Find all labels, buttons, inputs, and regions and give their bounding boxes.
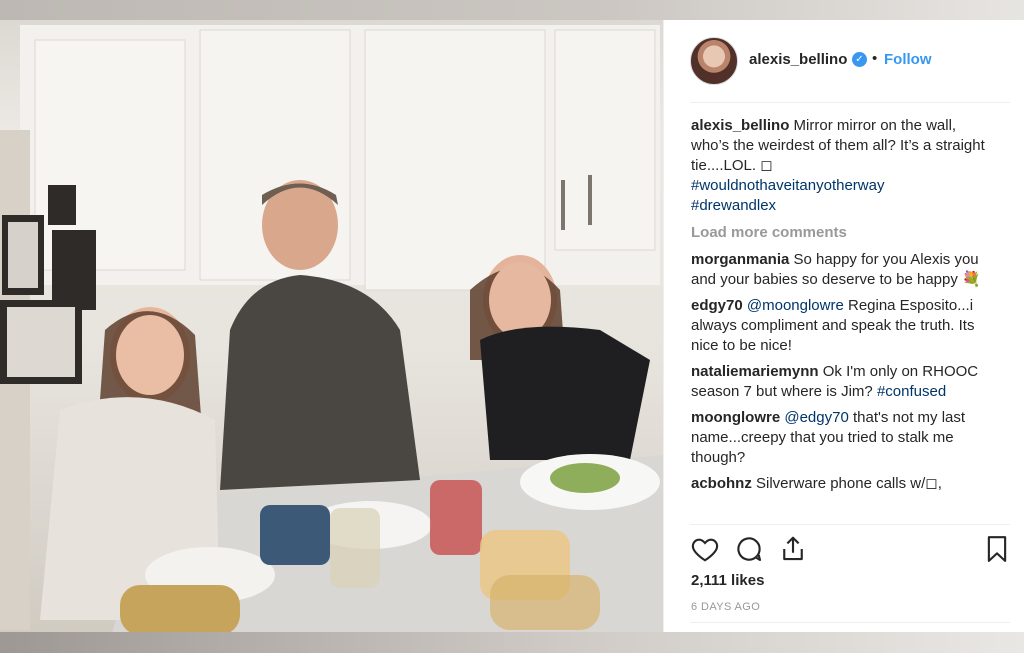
post-header: alexis_bellino ✓ • Follow	[664, 20, 1024, 100]
header-divider	[690, 102, 1010, 103]
top-edge-blur	[0, 0, 1024, 20]
hashtag-link[interactable]: #confused	[877, 383, 946, 400]
bottom-edge-blur	[0, 632, 1024, 653]
bookmark-icon[interactable]	[982, 534, 1012, 564]
comment-text: Silverware phone calls w/◻,	[751, 475, 942, 492]
comment-username[interactable]: nataliemariemynn	[691, 363, 819, 380]
avatar[interactable]	[690, 37, 738, 85]
hashtag-link[interactable]: #wouldnothaveitanyotherway	[691, 177, 884, 194]
hashtag-link[interactable]: #drewandlex	[691, 197, 776, 214]
bouquet-icon: 💐	[962, 271, 981, 288]
comment: acbohnz Silverware phone calls w/◻,	[691, 474, 991, 494]
comment-bubble-icon[interactable]	[734, 534, 764, 564]
author-username[interactable]: alexis_bellino	[749, 51, 847, 68]
share-icon[interactable]	[778, 534, 808, 564]
comment: morganmania So happy for you Alexis you …	[691, 250, 991, 290]
load-more-comments-button[interactable]: Load more comments	[691, 223, 991, 243]
comment: edgy70 @moonglowre Regina Esposito...i a…	[691, 296, 991, 356]
comment-username[interactable]: edgy70	[691, 297, 743, 314]
post-timestamp[interactable]: 6 DAYS AGO	[691, 601, 760, 613]
family-dinner-photo	[0, 25, 663, 640]
follow-button[interactable]: Follow	[884, 51, 932, 68]
like-count[interactable]: 2,111 likes	[691, 572, 764, 589]
comment: moonglowre @edgy70 that's not my last na…	[691, 408, 991, 468]
comment-username[interactable]: morganmania	[691, 251, 789, 268]
caption: alexis_bellino Mirror mirror on the wall…	[691, 116, 991, 216]
mention-link[interactable]: @edgy70	[784, 409, 848, 426]
caption-username[interactable]: alexis_bellino	[691, 117, 789, 134]
header-separator: •	[872, 50, 878, 67]
verified-badge-icon: ✓	[852, 52, 867, 67]
post-actions-bar	[690, 534, 1010, 564]
post-side-panel: alexis_bellino ✓ • Follow alexis_bellino…	[663, 20, 1024, 632]
heart-icon[interactable]	[690, 534, 720, 564]
comment-username[interactable]: acbohnz	[691, 475, 752, 492]
comments-section: alexis_bellino Mirror mirror on the wall…	[691, 116, 991, 500]
bottom-divider	[690, 622, 1010, 623]
comment: nataliemariemynn Ok I'm only on RHOOC se…	[691, 362, 991, 402]
actions-divider	[690, 524, 1010, 525]
comment-username[interactable]: moonglowre	[691, 409, 780, 426]
post-photo[interactable]	[0, 0, 663, 653]
mention-link[interactable]: @moonglowre	[747, 297, 844, 314]
